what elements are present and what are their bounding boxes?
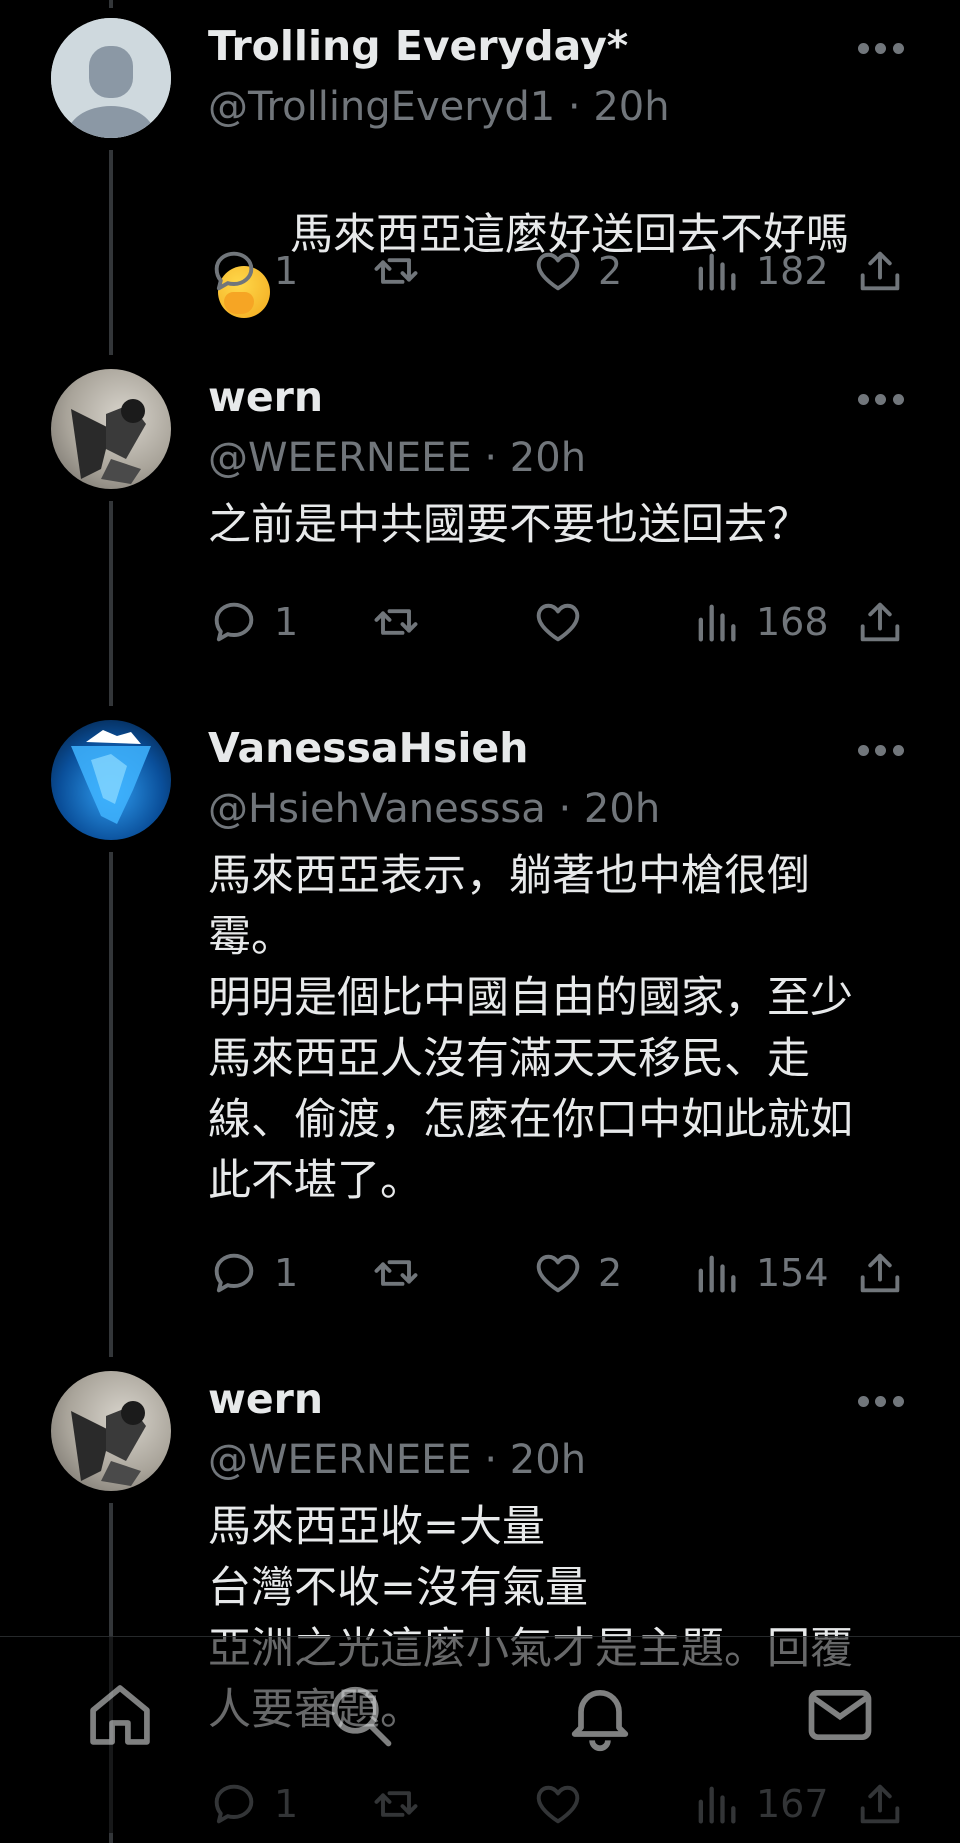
display-name[interactable]: VanessaHsieh	[208, 724, 528, 772]
retweet-icon	[374, 609, 418, 635]
figure-avatar-image	[71, 1401, 146, 1486]
reply-thread: Trolling Everyday* @TrollingEveryd1 · 20…	[0, 0, 960, 1843]
tweet-actions: 1 2 182	[0, 243, 960, 299]
share-button[interactable]	[854, 594, 906, 650]
share-icon	[860, 602, 900, 642]
handle-and-time: @HsiehVanesssa · 20h	[208, 786, 660, 832]
retweet-button[interactable]	[370, 243, 436, 299]
handle[interactable]: @WEERNEEE	[208, 1437, 472, 1483]
avatar-default[interactable]	[51, 18, 171, 138]
share-icon	[860, 251, 900, 291]
reply-button[interactable]: 1	[208, 243, 298, 299]
avatar-figure[interactable]	[51, 1371, 171, 1491]
view-count: 168	[756, 600, 829, 644]
like-button[interactable]: 2	[532, 243, 622, 299]
messages-icon[interactable]	[802, 1677, 878, 1753]
share-button[interactable]	[854, 243, 906, 299]
views-chart-icon	[698, 604, 736, 642]
reply-button[interactable]: 1	[208, 594, 298, 650]
tweet-text: 之前是中共國要不要也送回去？	[208, 500, 810, 550]
views-button[interactable]: 154	[690, 1245, 829, 1301]
default-avatar-icon	[51, 18, 171, 138]
tweet-actions: 1 168	[0, 594, 960, 650]
more-options-icon[interactable]	[858, 394, 904, 406]
retweet-button[interactable]	[370, 1245, 436, 1301]
display-name[interactable]: Trolling Everyday*	[208, 22, 628, 70]
display-name[interactable]: wern	[208, 373, 323, 421]
reply-button[interactable]: 1	[208, 1245, 298, 1301]
retweet-button[interactable]	[370, 594, 436, 650]
meta-separator: ·	[471, 1437, 510, 1483]
heart-icon	[536, 603, 580, 642]
retweet-icon	[374, 1260, 418, 1286]
reply-icon	[214, 602, 254, 642]
handle[interactable]: @TrollingEveryd1	[208, 84, 555, 130]
timestamp[interactable]: 20h	[510, 435, 586, 481]
handle[interactable]: @WEERNEEE	[208, 435, 472, 481]
avatar-iceberg[interactable]	[51, 720, 171, 840]
timestamp[interactable]: 20h	[584, 786, 660, 832]
iceberg-avatar-image	[71, 730, 151, 824]
thread-line-top	[109, 0, 113, 8]
reply-count: 1	[274, 1251, 299, 1295]
like-button[interactable]	[532, 594, 598, 650]
views-chart-icon	[698, 1255, 736, 1293]
tweet-text: 馬來西亞表示，躺著也中槍很倒 霉。 明明是個比中國自由的國家，至少 馬來西亞人沒…	[208, 851, 853, 1206]
display-name[interactable]: wern	[208, 1375, 323, 1423]
handle-and-time: @WEERNEEE · 20h	[208, 1437, 586, 1483]
more-options-icon[interactable]	[858, 43, 904, 55]
handle-and-time: @TrollingEveryd1 · 20h	[208, 84, 670, 130]
meta-separator: ·	[545, 786, 584, 832]
heart-icon	[536, 1254, 580, 1293]
avatar-figure[interactable]	[51, 369, 171, 489]
reply-icon	[214, 251, 254, 291]
more-options-icon[interactable]	[858, 745, 904, 757]
meta-separator: ·	[555, 84, 594, 130]
notifications-icon[interactable]	[562, 1677, 638, 1753]
retweet-icon	[374, 258, 418, 284]
views-button[interactable]: 168	[690, 594, 829, 650]
views-button[interactable]: 182	[690, 243, 829, 299]
reply-count: 1	[274, 249, 299, 293]
share-icon	[860, 1253, 900, 1293]
search-icon[interactable]	[322, 1677, 398, 1753]
figure-avatar-image	[71, 399, 146, 484]
reply-icon	[214, 1253, 254, 1293]
views-chart-icon	[698, 253, 736, 291]
like-count: 2	[598, 249, 623, 293]
handle[interactable]: @HsiehVanesssa	[208, 786, 546, 832]
share-button[interactable]	[854, 1245, 906, 1301]
heart-icon	[536, 252, 580, 291]
handle-and-time: @WEERNEEE · 20h	[208, 435, 586, 481]
like-button[interactable]: 2	[532, 1245, 622, 1301]
view-count: 154	[756, 1251, 829, 1295]
timestamp[interactable]: 20h	[593, 84, 669, 130]
timestamp[interactable]: 20h	[510, 1437, 586, 1483]
like-count: 2	[598, 1251, 623, 1295]
tweet-actions: 1 2 154	[0, 1245, 960, 1301]
bottom-navigation-bar	[0, 1636, 960, 1833]
view-count: 182	[756, 249, 829, 293]
meta-separator: ·	[471, 435, 510, 481]
more-options-icon[interactable]	[858, 1396, 904, 1408]
home-icon[interactable]	[82, 1677, 158, 1753]
reply-count: 1	[274, 600, 299, 644]
